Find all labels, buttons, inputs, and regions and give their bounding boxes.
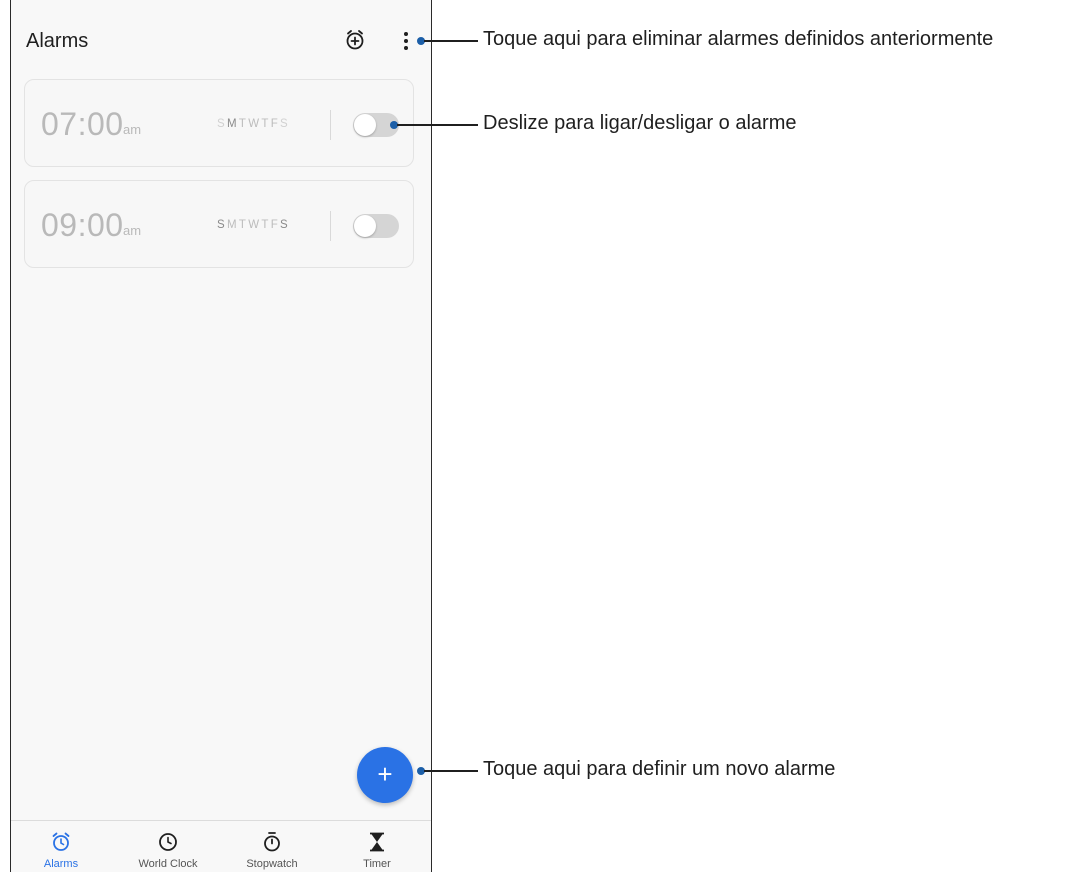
alarm-card[interactable]: 09:00 am SMTWTFS bbox=[24, 180, 414, 268]
toggle-knob bbox=[354, 215, 376, 237]
nav-item-world-clock[interactable]: World Clock bbox=[118, 821, 218, 872]
nav-item-alarms[interactable]: Alarms bbox=[11, 821, 111, 872]
alarm-toggle[interactable] bbox=[353, 214, 399, 238]
callout-line bbox=[424, 770, 478, 772]
alarm-time: 07:00 bbox=[41, 106, 124, 142]
alarm-card[interactable]: 07:00 am SMTWTFS bbox=[24, 79, 414, 167]
day-wed: W bbox=[248, 118, 262, 130]
callout-toggle-text: Deslize para ligar/desligar o alarme bbox=[483, 112, 797, 134]
day-mon: M bbox=[226, 219, 239, 231]
nav-label-world-clock: World Clock bbox=[138, 858, 198, 870]
nav-label-timer: Timer bbox=[363, 858, 391, 870]
page-canvas: Alarms 07:00 am SMTWTFS 09:00 am SMTWTFS… bbox=[0, 0, 1067, 872]
day-thu: T bbox=[261, 118, 271, 130]
nav-label-stopwatch: Stopwatch bbox=[246, 858, 298, 870]
day-sat: S bbox=[280, 219, 290, 231]
bottom-navigation: Alarms World Clock Stopwatch Timer bbox=[11, 820, 431, 872]
nav-item-timer[interactable]: Timer bbox=[327, 821, 427, 872]
nav-item-stopwatch[interactable]: Stopwatch bbox=[222, 821, 322, 872]
day-sat: S bbox=[280, 118, 290, 130]
alarm-clock-icon bbox=[50, 831, 72, 853]
day-fri: F bbox=[270, 219, 281, 231]
alarm-repeat-days: SMTWTFS bbox=[217, 118, 290, 130]
page-title: Alarms bbox=[26, 30, 89, 52]
hourglass-icon bbox=[366, 831, 388, 853]
day-thu: T bbox=[261, 219, 271, 231]
toggle-knob bbox=[354, 114, 376, 136]
phone-screen: Alarms 07:00 am SMTWTFS 09:00 am SMTWTFS… bbox=[10, 0, 432, 872]
day-tue: T bbox=[238, 219, 249, 231]
day-sun: S bbox=[217, 219, 227, 231]
callout-line bbox=[424, 40, 478, 42]
clock-icon bbox=[157, 831, 179, 853]
card-divider bbox=[330, 110, 331, 140]
day-tue: T bbox=[238, 118, 249, 130]
day-mon: M bbox=[226, 118, 239, 130]
alarm-ampm: am bbox=[123, 223, 142, 238]
app-bar: Alarms bbox=[11, 0, 431, 70]
day-wed: W bbox=[248, 219, 262, 231]
day-fri: F bbox=[270, 118, 281, 130]
callout-fab-text: Toque aqui para definir um novo alarme bbox=[483, 758, 836, 780]
add-alarm-icon[interactable] bbox=[343, 28, 369, 54]
card-divider bbox=[330, 211, 331, 241]
alarm-ampm: am bbox=[123, 122, 142, 137]
alarm-time: 09:00 bbox=[41, 207, 124, 243]
callout-line bbox=[397, 124, 478, 126]
alarm-repeat-days: SMTWTFS bbox=[217, 219, 290, 231]
add-alarm-button[interactable]: + bbox=[357, 747, 413, 803]
nav-label-alarms: Alarms bbox=[43, 858, 79, 870]
more-options-icon[interactable] bbox=[399, 30, 413, 52]
day-sun: S bbox=[217, 118, 227, 130]
stopwatch-icon bbox=[261, 831, 283, 853]
callout-menu-text: Toque aqui para eliminar alarmes definid… bbox=[483, 28, 994, 50]
